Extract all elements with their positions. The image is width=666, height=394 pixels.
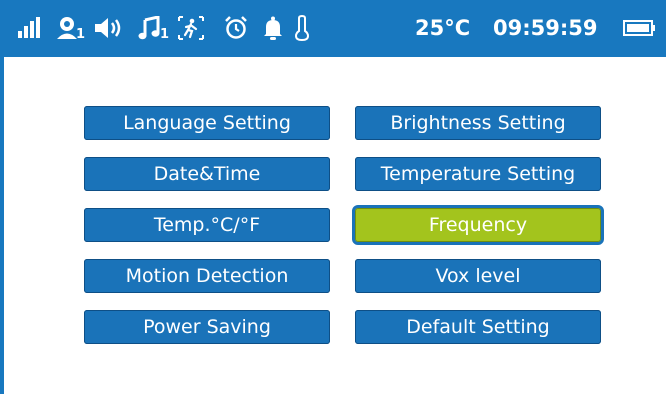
power-saving-button[interactable]: Power Saving [84, 310, 330, 344]
screen-border [0, 57, 4, 394]
signal-icon [16, 13, 42, 43]
default-setting-button[interactable]: Default Setting [355, 310, 601, 344]
temp-unit-button[interactable]: Temp.°C/°F [84, 208, 330, 242]
frequency-button[interactable]: Frequency [352, 205, 604, 245]
music-index: 1 [160, 27, 170, 42]
bell-icon [262, 13, 284, 43]
motion-detection-icon [176, 13, 206, 43]
speaker-volume-icon [92, 13, 126, 43]
status-bar: 1 1 25°C 09:59:59 [0, 0, 666, 57]
brightness-setting-button[interactable]: Brightness Setting [355, 106, 601, 140]
camera-index: 1 [76, 27, 86, 42]
clock-readout: 09:59:59 [493, 16, 598, 40]
language-setting-button[interactable]: Language Setting [84, 106, 330, 140]
thermometer-icon [293, 13, 311, 43]
motion-detection-button[interactable]: Motion Detection [84, 259, 330, 293]
temperature-readout: 25°C [415, 16, 471, 40]
music-icon [136, 13, 162, 43]
temperature-setting-button[interactable]: Temperature Setting [355, 157, 601, 191]
date-time-button[interactable]: Date&Time [84, 157, 330, 191]
alarm-clock-icon [222, 13, 250, 43]
battery-icon [622, 13, 658, 43]
vox-level-button[interactable]: Vox level [355, 259, 601, 293]
